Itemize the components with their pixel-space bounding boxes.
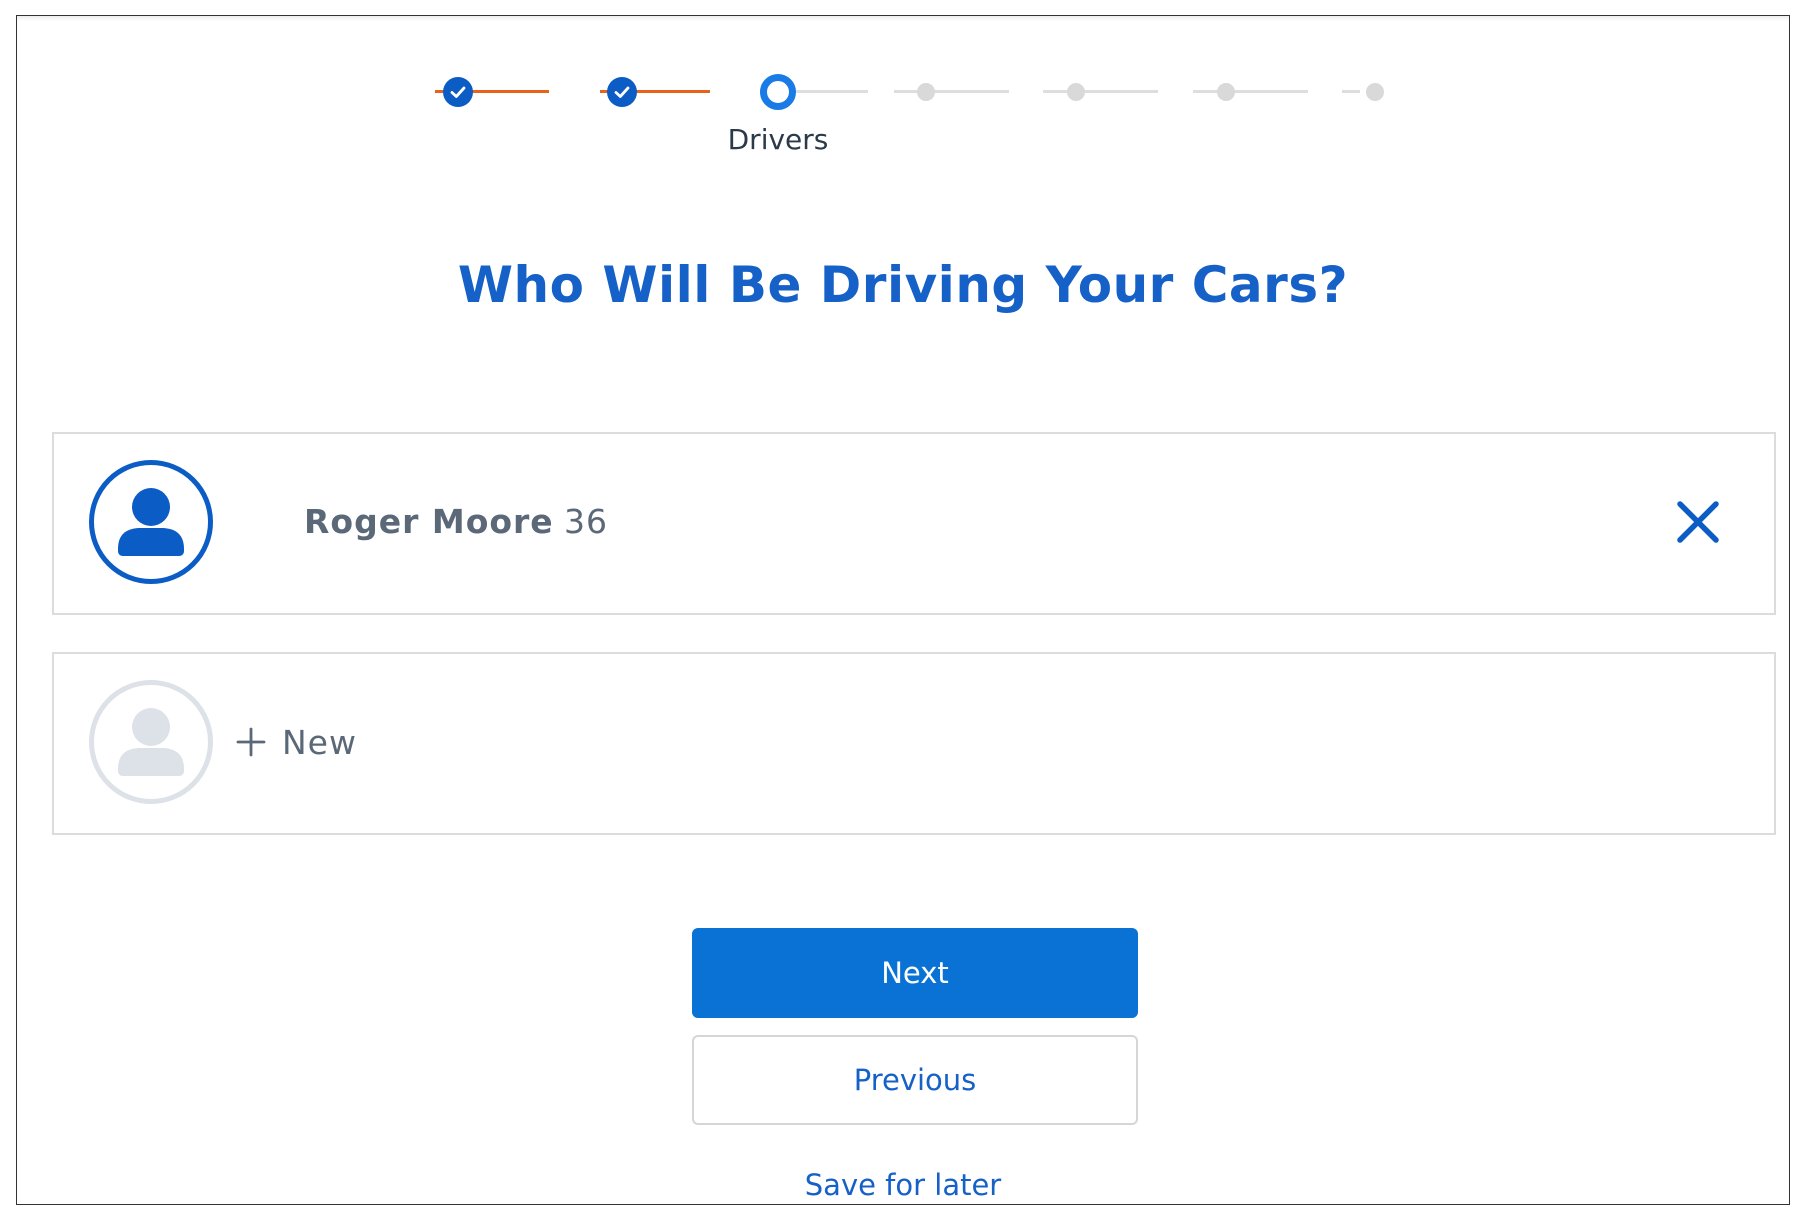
stepper-step-4	[917, 83, 935, 101]
close-icon	[1677, 501, 1719, 543]
stepper-step-3-current[interactable]	[760, 74, 796, 110]
previous-button[interactable]: Previous	[692, 1035, 1138, 1125]
add-driver-card[interactable]: New	[52, 652, 1776, 835]
stepper-connector-5	[1043, 90, 1158, 93]
driver-card[interactable]: Roger Moore 36	[52, 432, 1776, 615]
stepper-current-label: Drivers	[727, 123, 829, 156]
plus-icon	[236, 727, 266, 757]
next-button[interactable]: Next	[692, 928, 1138, 1018]
user-avatar-placeholder-icon	[89, 680, 213, 804]
stepper-step-7	[1366, 83, 1384, 101]
check-icon	[450, 86, 466, 98]
save-for-later-link[interactable]: Save for later	[17, 1168, 1789, 1202]
add-new-driver-label: New	[282, 722, 357, 762]
stepper-connector-4	[894, 90, 1009, 93]
driver-name: Roger Moore	[304, 502, 554, 541]
check-icon	[614, 86, 630, 98]
stepper-connector-7	[1342, 90, 1360, 93]
wizard-frame: Drivers Who Will Be Driving Your Cars? R…	[16, 15, 1790, 1205]
stepper-connector-6	[1193, 90, 1308, 93]
page-title: Who Will Be Driving Your Cars?	[457, 256, 1349, 314]
user-avatar-icon	[89, 460, 213, 584]
driver-age: 36	[564, 502, 608, 541]
add-new-driver-button[interactable]: New	[236, 720, 357, 764]
stepper-step-5	[1067, 83, 1085, 101]
remove-driver-button[interactable]	[1674, 498, 1722, 546]
stepper-step-1[interactable]	[443, 77, 473, 107]
stepper-step-2[interactable]	[607, 77, 637, 107]
progress-stepper: Drivers	[17, 16, 1789, 186]
stepper-step-6	[1217, 83, 1235, 101]
